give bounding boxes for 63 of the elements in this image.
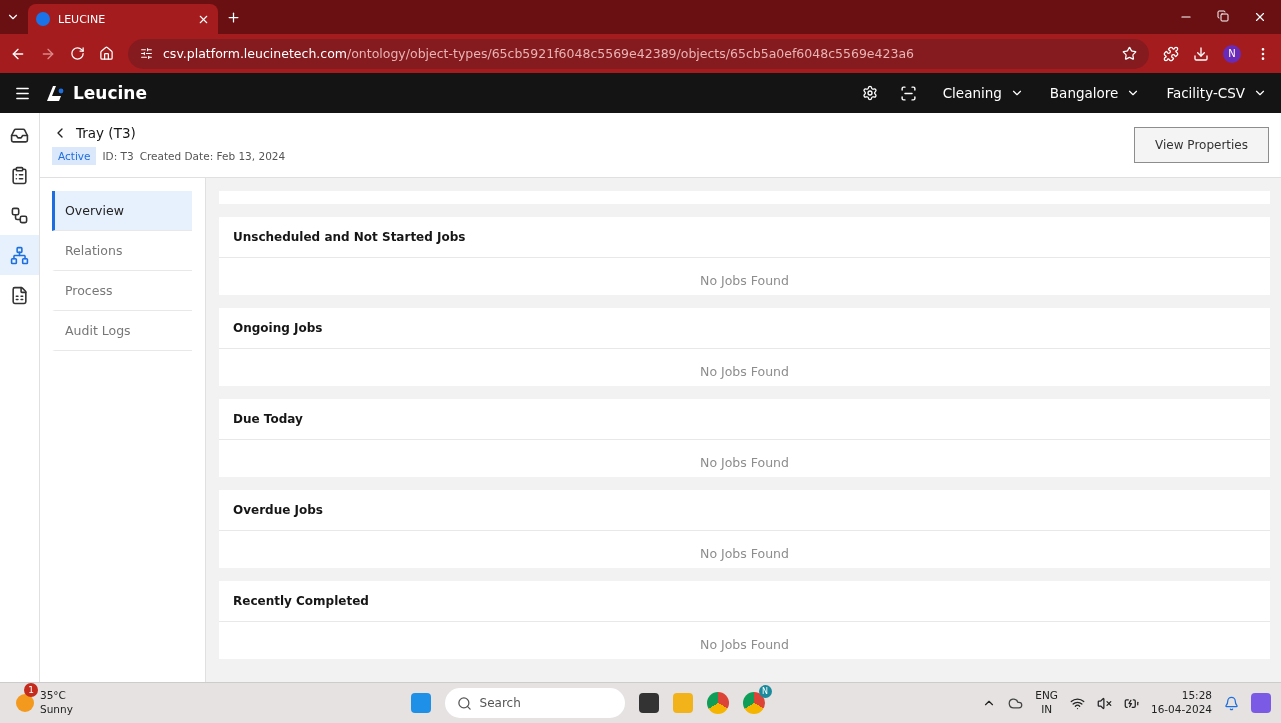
hierarchy-icon [10, 245, 29, 265]
browser-tab[interactable]: LEUCINE [28, 4, 218, 34]
address-bar[interactable]: csv.platform.leucinetech.com/ontology/object-types/65cb5921f6048c5569e42389/objects/65cb5a0ef6048c5569e423a6 [128, 38, 1149, 69]
download-icon[interactable] [1193, 45, 1209, 62]
wifi-icon[interactable] [1069, 695, 1085, 711]
section-title: Ongoing Jobs [219, 308, 1270, 349]
section-title: Overdue Jobs [219, 490, 1270, 531]
weather-icon[interactable] [16, 694, 34, 712]
empty-message: No Jobs Found [699, 272, 790, 290]
extensions-icon[interactable] [1163, 45, 1179, 62]
url-text: csv.platform.leucinetech.com/ontology/object-types/65cb5921f6048c5569e42389/objects/65cb5a0ef6048c5569e423a6 [163, 46, 914, 61]
cloud-icon[interactable] [1008, 695, 1024, 711]
close-icon[interactable] [1253, 10, 1267, 24]
language[interactable]: ENG [1035, 689, 1058, 703]
bell-icon[interactable] [1224, 695, 1239, 711]
clock-time[interactable]: 15:28 [1181, 689, 1212, 703]
flowchart-icon [10, 205, 29, 225]
start-icon[interactable] [410, 693, 431, 713]
clipboard-icon [10, 165, 29, 185]
empty-message: No Jobs Found [699, 636, 790, 654]
site-icon [36, 12, 50, 26]
profile-badge: N [758, 685, 772, 698]
nav-item[interactable]: Process [52, 271, 192, 311]
weather-condition: Sunny [40, 703, 73, 717]
search-icon [456, 695, 472, 711]
settings-icon[interactable] [861, 85, 878, 101]
section-title: Due Today [219, 399, 1270, 440]
site-settings-icon[interactable] [140, 47, 153, 60]
status-badge: Active [52, 147, 97, 165]
new-tab-icon[interactable] [226, 9, 241, 25]
inbox-icon [10, 125, 29, 145]
restore-icon[interactable] [1217, 10, 1229, 22]
scan-icon[interactable] [899, 84, 917, 102]
browser-icon[interactable] [706, 692, 729, 714]
object-title: Tray (T3) [76, 125, 136, 141]
home-icon[interactable] [99, 46, 114, 61]
empty-message: No Jobs Found [699, 545, 790, 563]
facility-selector[interactable]: Facility-CSV [1166, 85, 1267, 101]
logo-icon [45, 84, 65, 102]
reload-icon[interactable] [70, 46, 85, 61]
created-date: Created Date: Feb 13, 2024 [139, 150, 286, 162]
nav-item[interactable]: Audit Logs [52, 311, 192, 351]
region[interactable]: IN [1041, 703, 1053, 717]
report-icon [10, 285, 29, 305]
facility-selector[interactable]: Cleaning [942, 85, 1024, 101]
temperature: 35°C [40, 689, 66, 703]
object-id: ID: T3 [102, 150, 134, 162]
empty-message: No Jobs Found [699, 454, 790, 472]
clock-date[interactable]: 16-04-2024 [1150, 703, 1212, 717]
facility-selector[interactable]: Bangalore [1049, 85, 1141, 101]
bookmark-star-icon[interactable] [1122, 46, 1137, 61]
empty-message: No Jobs Found [699, 363, 790, 381]
notification-badge: 1 [24, 683, 38, 698]
browser-icon[interactable] [742, 692, 765, 714]
taskbar-search[interactable]: Search [444, 688, 625, 718]
profile-avatar[interactable]: N [1223, 44, 1241, 63]
view-properties-button[interactable]: View Properties [1134, 127, 1269, 163]
nav-item[interactable]: Overview [52, 191, 192, 231]
mute-icon[interactable] [1096, 695, 1112, 711]
nav-item[interactable]: Relations [52, 231, 192, 271]
brand-name: Leucine [73, 83, 147, 103]
section-title: Unscheduled and Not Started Jobs [219, 217, 1270, 258]
section-title: Recently Completed [219, 581, 1270, 622]
